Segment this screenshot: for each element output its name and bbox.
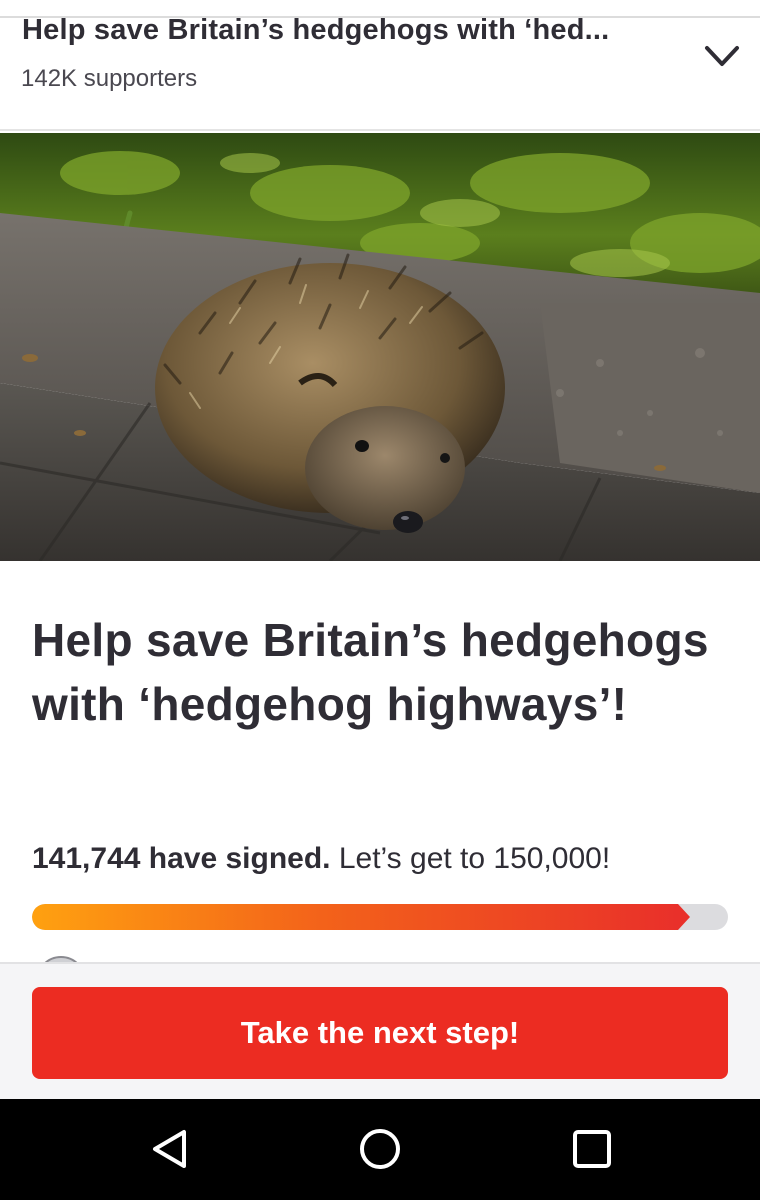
system-navigation-bar [0, 1099, 760, 1200]
petition-title: Help save Britain’s hedgehogs with ‘hedg… [32, 614, 709, 730]
signature-summary: 141,744 have signed. Let’s get to 150,00… [32, 842, 610, 876]
sticky-header[interactable]: Help save Britain’s hedgehogs with ‘hed.… [0, 0, 760, 131]
recents-square-icon[interactable] [570, 1127, 614, 1171]
chevron-down-icon[interactable] [702, 38, 742, 74]
signature-count: 141,744 have signed. [32, 842, 331, 875]
supporters-count: 142K supporters [21, 65, 198, 92]
back-triangle-icon[interactable] [148, 1127, 192, 1171]
home-circle-icon[interactable] [358, 1127, 402, 1171]
progress-fill [32, 904, 678, 930]
take-next-step-button[interactable]: Take the next step! [32, 987, 728, 1079]
progress-tip [678, 904, 690, 930]
header-petition-title: Help save Britain’s hedgehogs with ‘hed.… [22, 14, 610, 46]
bottom-action-bar: Take the next step! [0, 962, 760, 1099]
signature-goal: Let’s get to 150,000! [330, 842, 611, 875]
petition-hero-image [0, 133, 760, 561]
signature-progress-bar [32, 904, 728, 930]
